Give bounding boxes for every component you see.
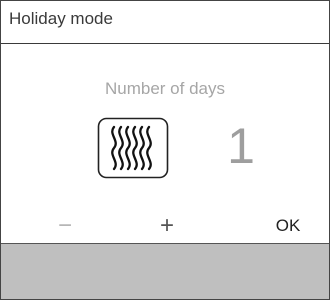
- decrease-button[interactable]: −: [45, 209, 85, 243]
- heating-waves-icon: [97, 117, 169, 179]
- days-value: 1: [227, 118, 255, 174]
- screen-title: Holiday mode: [9, 9, 113, 28]
- holiday-mode-screen: Holiday mode Number of days 1 − + OK: [0, 0, 330, 300]
- ok-button[interactable]: OK: [263, 209, 313, 243]
- increase-button[interactable]: +: [147, 209, 187, 243]
- title-divider: [1, 43, 329, 44]
- footer-bar: [1, 244, 329, 299]
- days-label: Number of days: [105, 79, 225, 98]
